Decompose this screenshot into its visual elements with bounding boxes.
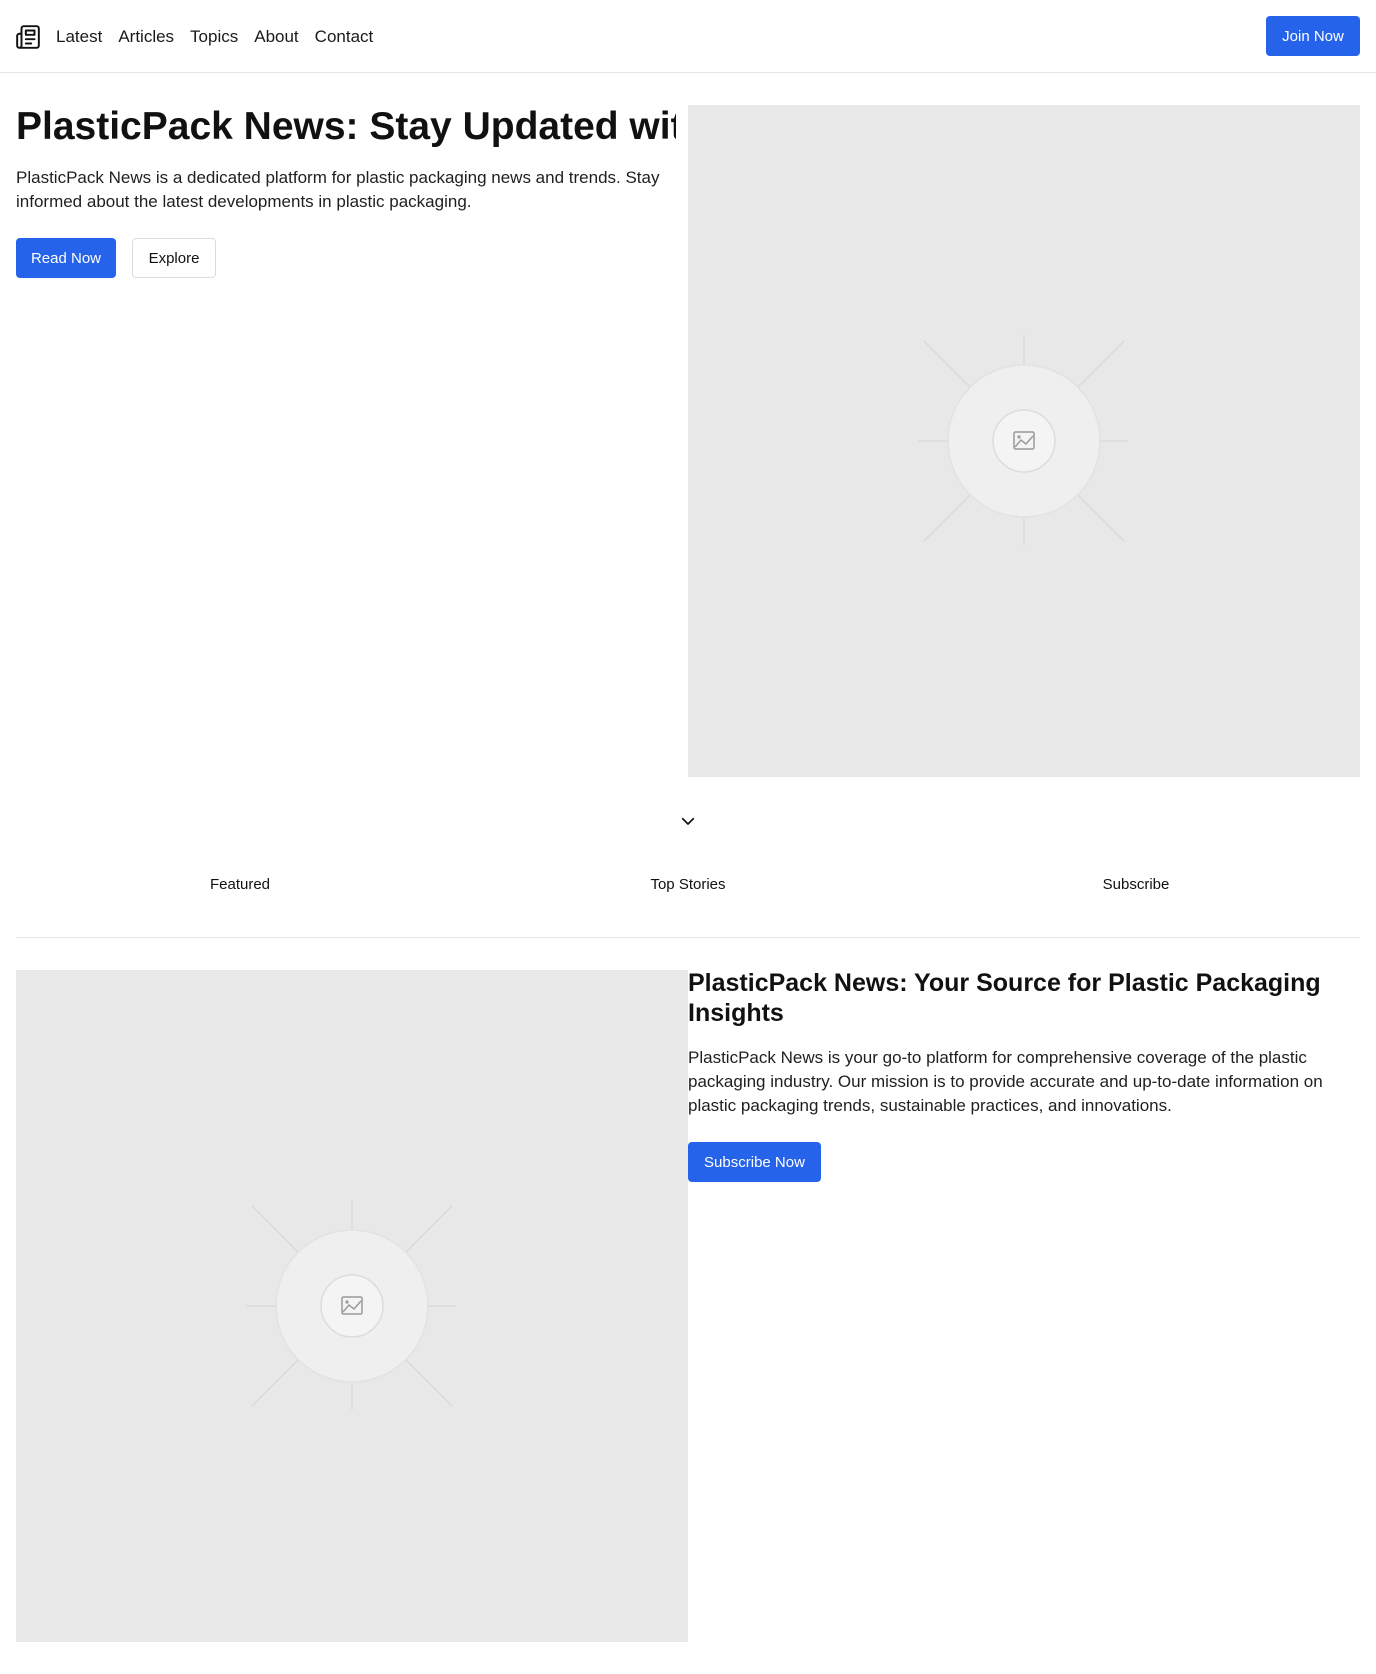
- chevron-down-icon[interactable]: [679, 812, 697, 830]
- nav-contact[interactable]: Contact: [315, 22, 374, 52]
- nav-latest[interactable]: Latest: [56, 22, 102, 52]
- image-placeholder-icon: [246, 1200, 456, 1410]
- section-tabs: Featured Top Stories Subscribe: [16, 870, 1360, 938]
- section-title: PlasticPack News: Your Source for Plasti…: [688, 969, 1321, 1027]
- image-placeholder-icon: [918, 335, 1128, 545]
- section-description: PlasticPack News is your go-to platform …: [688, 1048, 1323, 1115]
- nav-about[interactable]: About: [254, 22, 298, 52]
- main-nav: Latest Articles Topics About Contact: [56, 22, 389, 52]
- section-image: [16, 970, 688, 1642]
- hero-image: [688, 105, 1360, 777]
- read-now-button[interactable]: Read Now: [16, 238, 116, 278]
- site-header: Latest Articles Topics About Contact Joi…: [0, 0, 1376, 73]
- hero-title: PlasticPack News: Stay Updated with: [16, 105, 676, 148]
- tab-subscribe[interactable]: Subscribe: [912, 870, 1360, 900]
- nav-topics[interactable]: Topics: [190, 22, 238, 52]
- newspaper-icon[interactable]: [15, 24, 41, 50]
- hero-description: PlasticPack News is a dedicated platform…: [16, 168, 660, 211]
- tab-top-stories[interactable]: Top Stories: [464, 870, 912, 900]
- nav-articles[interactable]: Articles: [118, 22, 174, 52]
- explore-button[interactable]: Explore: [132, 238, 216, 278]
- join-now-button[interactable]: Join Now: [1266, 16, 1360, 56]
- tab-featured[interactable]: Featured: [16, 870, 464, 900]
- subscribe-now-button[interactable]: Subscribe Now: [688, 1142, 821, 1182]
